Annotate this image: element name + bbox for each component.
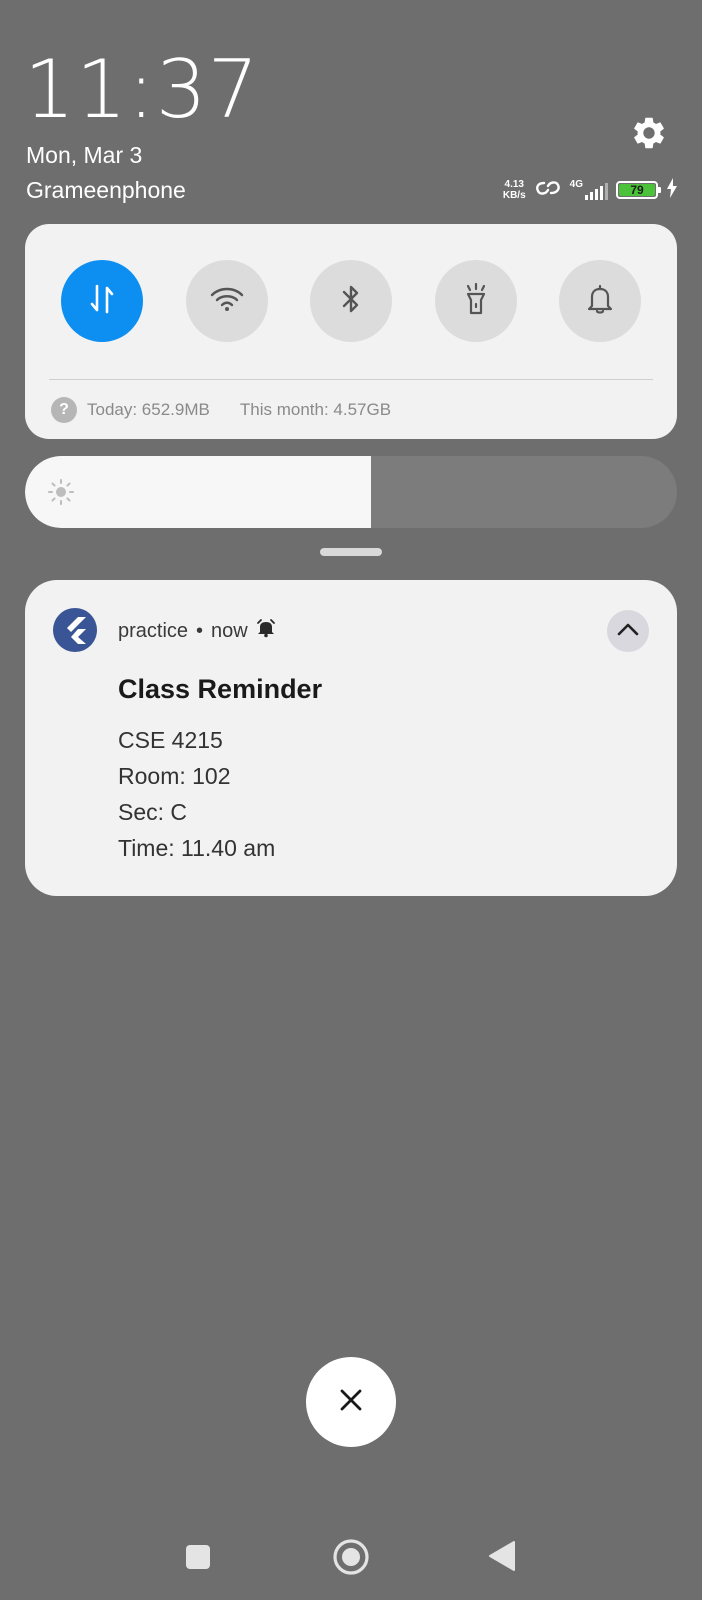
brightness-sun-icon (47, 478, 75, 506)
wifi-toggle[interactable] (185, 260, 268, 342)
notification-time: now (211, 619, 248, 642)
back-button[interactable] (488, 1540, 516, 1577)
carrier-name: Grameenphone (26, 177, 186, 203)
divider (49, 379, 653, 380)
notification-header: practice • now (118, 618, 276, 644)
chevron-up-icon (617, 622, 639, 641)
clock-time: 11:37 (24, 43, 260, 136)
notification-line: Room: 102 (118, 763, 231, 789)
collapse-button[interactable] (607, 610, 649, 652)
network-speed: 4.13 KB/s (503, 179, 526, 201)
flashlight-toggle[interactable] (434, 260, 517, 342)
alarm-bell-icon (256, 618, 276, 644)
quick-toggles (61, 260, 641, 342)
data-arrows-icon (87, 282, 117, 321)
usage-today: Today: 652.9MB (87, 400, 210, 419)
notification-body: CSE 4215 Room: 102 Sec: C Time: 11.40 am (118, 722, 275, 866)
square-icon (184, 1543, 212, 1576)
usage-month: This month: 4.57GB (239, 400, 392, 419)
battery-icon: 79 (616, 181, 661, 199)
home-circle-icon (332, 1538, 370, 1581)
bell-icon (585, 283, 615, 320)
brightness-slider[interactable] (25, 456, 677, 528)
notification-line: Time: 11.40 am (118, 835, 276, 861)
hotspot-link-icon (534, 177, 562, 204)
back-triangle-icon (488, 1540, 516, 1577)
signal-bars-icon (585, 182, 608, 200)
home-button[interactable] (332, 1538, 370, 1581)
notification-line: Sec: C (118, 799, 188, 825)
network-speed-value: 4.13 (504, 179, 524, 190)
bluetooth-icon (339, 283, 363, 320)
charging-bolt-icon (666, 177, 678, 203)
app-name: practice (118, 619, 189, 642)
header-separator: • (196, 619, 204, 642)
flashlight-icon (462, 282, 490, 321)
data-usage-row[interactable]: ? Today: 652.9MB This month: 4.57GB (51, 397, 391, 423)
quick-settings-panel: ? Today: 652.9MB This month: 4.57GB (25, 224, 677, 439)
settings-gear-icon[interactable] (630, 114, 668, 152)
navigation-bar (0, 1526, 702, 1586)
close-icon (338, 1387, 364, 1418)
flutter-app-icon (53, 608, 97, 652)
network-type-label: 4G (569, 179, 583, 190)
wifi-icon (209, 285, 245, 318)
recents-button[interactable] (184, 1543, 212, 1576)
cell-signal: 4G (570, 180, 608, 200)
status-icons: 4.13 KB/s 4G 79 (503, 177, 678, 204)
date-label: Mon, Mar 3 (26, 142, 143, 168)
bluetooth-toggle[interactable] (310, 260, 392, 342)
network-speed-unit: KB/s (502, 190, 526, 201)
notification-card[interactable]: practice • now Class Reminder CSE 4215 R… (25, 580, 677, 896)
mobile-data-toggle[interactable] (61, 260, 143, 342)
battery-level: 79 (619, 183, 655, 197)
brightness-level-fill (25, 456, 371, 528)
help-question-icon: ? (51, 397, 77, 423)
notification-title: Class Reminder (118, 674, 323, 704)
clear-all-button[interactable] (306, 1357, 396, 1447)
notification-line: CSE 4215 (118, 727, 223, 753)
drag-handle[interactable] (320, 548, 382, 556)
notification-bell-toggle[interactable] (559, 260, 641, 342)
